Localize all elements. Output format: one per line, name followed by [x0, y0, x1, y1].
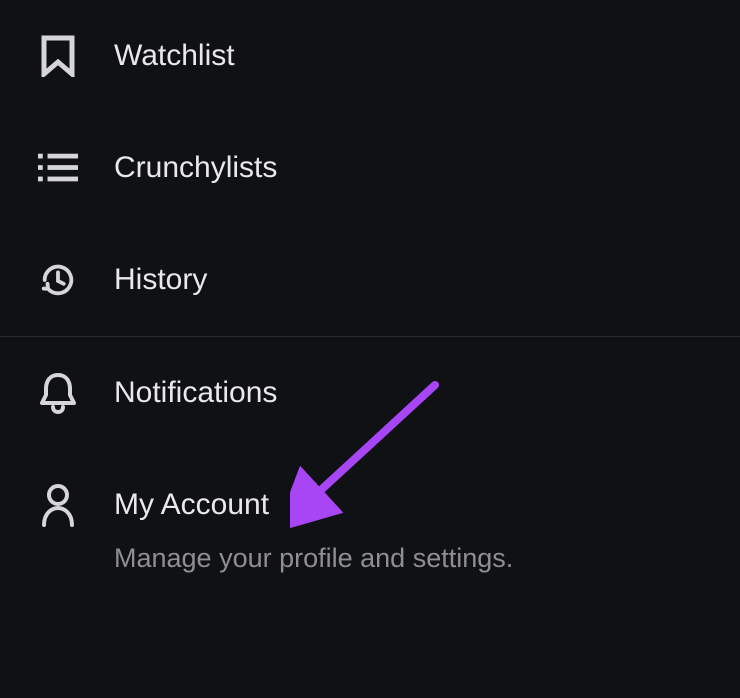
menu-item-text: Watchlist [114, 36, 235, 76]
menu-item-text: My Account Manage your profile and setti… [114, 485, 513, 576]
menu-item-text: Crunchylists [114, 148, 277, 188]
history-icon [38, 260, 78, 300]
menu-item-sublabel: Manage your profile and settings. [114, 541, 513, 576]
menu-item-text: History [114, 260, 207, 300]
menu-item-label: Crunchylists [114, 148, 277, 188]
menu-item-label: Watchlist [114, 36, 235, 76]
bookmark-icon [38, 36, 78, 76]
menu-item-crunchylists[interactable]: Crunchylists [0, 112, 740, 224]
menu-item-notifications[interactable]: Notifications [0, 337, 740, 449]
list-icon [38, 148, 78, 188]
bell-icon [38, 373, 78, 413]
user-icon [38, 485, 78, 525]
menu-item-my-account[interactable]: My Account Manage your profile and setti… [0, 449, 740, 612]
menu-item-label: History [114, 260, 207, 300]
menu-item-label: My Account [114, 485, 513, 525]
menu-item-watchlist[interactable]: Watchlist [0, 0, 740, 112]
menu-item-history[interactable]: History [0, 224, 740, 336]
menu-item-text: Notifications [114, 373, 277, 413]
menu-item-label: Notifications [114, 373, 277, 413]
